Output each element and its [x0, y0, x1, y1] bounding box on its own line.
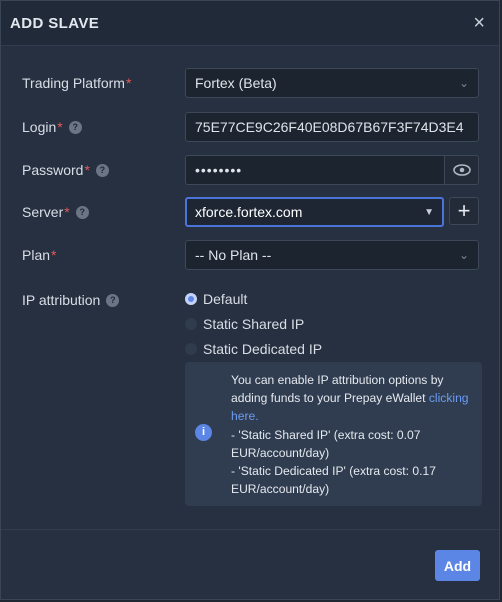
server-label: Server *?: [22, 204, 185, 220]
modal-body: Trading Platform * Fortex (Beta) ⌄ Login *…: [1, 46, 499, 530]
info-box: i You can enable IP attribution options …: [185, 362, 482, 506]
radio-label: Default: [203, 290, 248, 307]
help-icon[interactable]: ?: [68, 120, 82, 134]
plan-label-text: Plan: [22, 247, 51, 263]
plan-label: Plan *: [22, 247, 185, 263]
login-row: Login *? 75E77CE9C26F40E08D67B67F3F74D3E4: [22, 112, 479, 142]
chevron-down-icon: ⌄: [458, 248, 469, 262]
server-select[interactable]: xforce.fortex.com ▼: [185, 197, 444, 227]
info-shared-ip-cost: - 'Static Shared IP' (extra cost: 0.07 E…: [231, 427, 421, 460]
ip-attribution-label-text: IP attribution: [22, 292, 101, 308]
password-row: Password *? ••••••••: [22, 155, 479, 185]
server-label-text: Server: [22, 204, 64, 220]
trading-platform-label-text: Trading Platform: [22, 75, 125, 91]
login-label: Login *?: [22, 119, 185, 135]
plan-row: Plan * -- No Plan -- ⌄: [22, 240, 479, 270]
password-field-group: ••••••••: [185, 155, 479, 185]
radio-label: Static Shared IP: [203, 315, 305, 332]
info-dedicated-ip-cost: - 'Static Dedicated IP' (extra cost: 0.1…: [231, 464, 436, 497]
trading-platform-select[interactable]: Fortex (Beta) ⌄: [185, 68, 479, 98]
add-server-button[interactable]: +: [449, 197, 479, 225]
radio-default[interactable]: Default: [185, 286, 322, 311]
radio-selected-icon: [185, 292, 197, 305]
server-field-group: xforce.fortex.com ▼ +: [185, 197, 479, 227]
modal-footer: Add: [1, 529, 499, 600]
radio-unselected-icon: [185, 342, 197, 355]
login-label-text: Login: [22, 119, 57, 135]
required-marker: *: [125, 75, 132, 91]
info-text: You can enable IP attribution options by…: [231, 373, 444, 406]
radio-label: Static Dedicated IP: [203, 340, 323, 357]
required-marker: *: [84, 162, 90, 178]
help-icon[interactable]: ?: [75, 205, 89, 219]
caret-down-icon: ▼: [424, 206, 434, 218]
help-icon[interactable]: ?: [106, 293, 120, 307]
modal-header: ADD SLAVE ×: [1, 1, 499, 46]
chevron-down-icon: ⌄: [458, 76, 469, 90]
plan-select[interactable]: -- No Plan -- ⌄: [185, 240, 479, 270]
password-label: Password *?: [22, 162, 185, 178]
radio-static-dedicated-ip[interactable]: Static Dedicated IP: [185, 336, 322, 361]
server-value: xforce.fortex.com: [195, 204, 303, 220]
required-marker: *: [64, 204, 70, 220]
add-button[interactable]: Add: [435, 550, 480, 581]
ip-attribution-label: IP attribution?: [22, 292, 185, 308]
plan-value: -- No Plan --: [195, 247, 272, 263]
info-icon: i: [195, 424, 212, 441]
trading-platform-label: Trading Platform *: [22, 75, 185, 91]
password-input[interactable]: ••••••••: [185, 155, 445, 185]
radio-static-shared-ip[interactable]: Static Shared IP: [185, 311, 322, 336]
password-label-text: Password: [22, 162, 84, 178]
login-input[interactable]: 75E77CE9C26F40E08D67B67F3F74D3E4: [185, 112, 479, 142]
required-marker: *: [51, 247, 57, 263]
required-marker: *: [57, 119, 63, 135]
modal-title: ADD SLAVE: [10, 14, 100, 32]
ip-attribution-radio-group: Default Static Shared IP Static Dedicate…: [185, 286, 322, 361]
trading-platform-row: Trading Platform * Fortex (Beta) ⌄: [22, 68, 479, 98]
radio-unselected-icon: [185, 317, 197, 330]
server-row: Server *? xforce.fortex.com ▼ +: [22, 197, 479, 227]
help-icon[interactable]: ?: [95, 163, 109, 177]
add-slave-modal: ADD SLAVE × Trading Platform * Fortex (Be…: [0, 0, 500, 600]
eye-icon[interactable]: [445, 155, 479, 185]
trading-platform-value: Fortex (Beta): [195, 75, 277, 91]
close-icon[interactable]: ×: [473, 13, 485, 33]
